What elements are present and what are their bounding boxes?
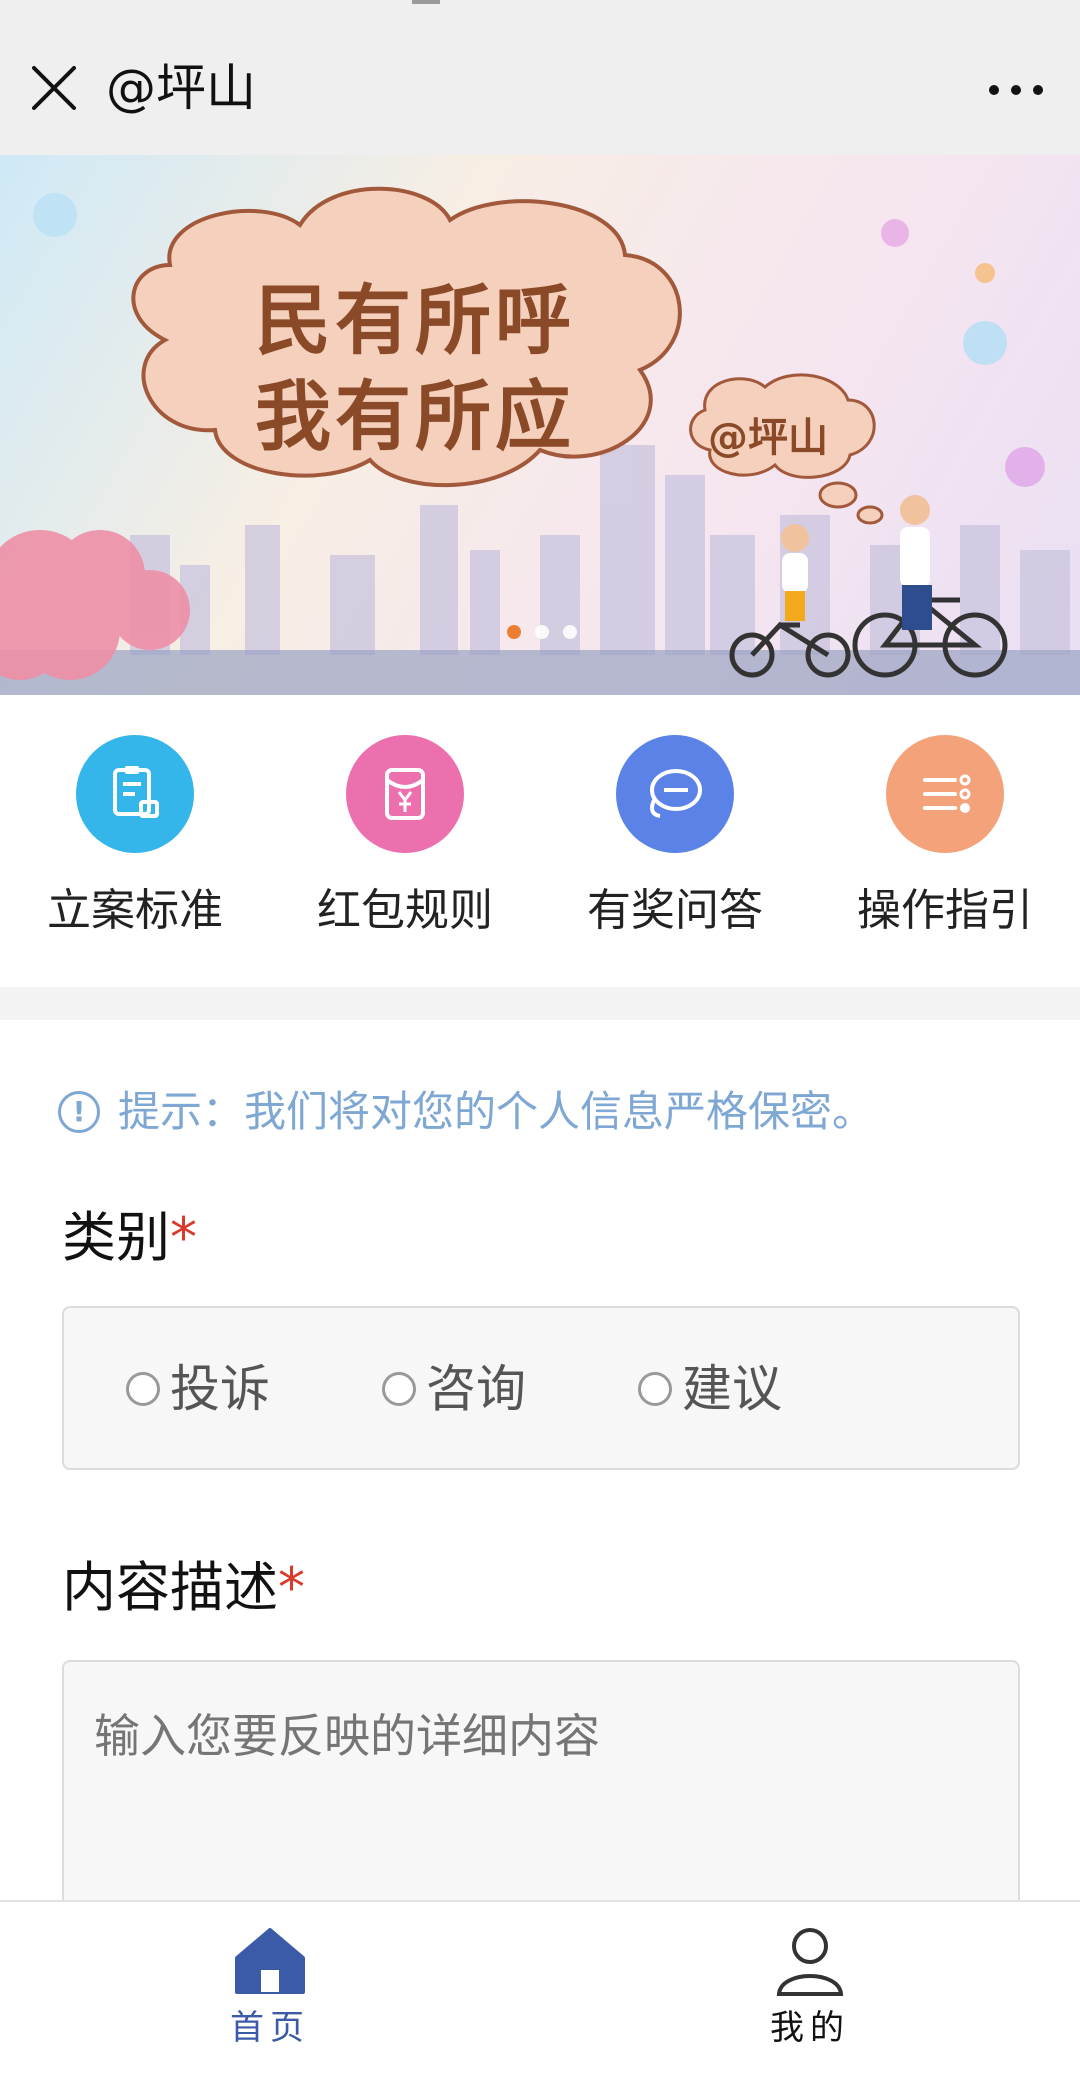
page-title: @坪山 bbox=[106, 59, 256, 117]
more-icon[interactable] bbox=[984, 66, 1048, 114]
category-label-text: 类别 bbox=[62, 1206, 170, 1269]
close-icon[interactable] bbox=[28, 62, 80, 114]
content-description-input[interactable] bbox=[62, 1660, 1020, 1920]
radio-consult[interactable]: 咨询 bbox=[382, 1358, 526, 1420]
quick-action-red-envelope-rules[interactable]: 红包规则 bbox=[270, 735, 540, 939]
info-icon: ! bbox=[58, 1091, 100, 1133]
banner-tag: @坪山 bbox=[708, 415, 828, 461]
quick-action-label: 有奖问答 bbox=[587, 885, 763, 936]
banner-line-2: 我有所应 bbox=[255, 372, 575, 461]
user-icon bbox=[776, 1928, 844, 1996]
banner-carousel[interactable]: 民有所呼 我有所应 @坪山 bbox=[0, 155, 1080, 695]
tab-home-label: 首页 bbox=[230, 2008, 310, 2048]
quick-action-operation-guide[interactable]: 操作指引 bbox=[810, 735, 1080, 939]
radio-label: 咨询 bbox=[426, 1360, 526, 1418]
carousel-dot[interactable] bbox=[563, 625, 577, 639]
report-form: ! 提示：我们将对您的个人信息严格保密。 类别* 投诉 咨询 建议 内容描述* bbox=[0, 1020, 1080, 1920]
quick-action-label: 操作指引 bbox=[857, 885, 1033, 936]
banner-slogan: 民有所呼 我有所应 bbox=[255, 273, 575, 465]
list-icon bbox=[886, 735, 1004, 853]
required-mark: * bbox=[278, 1556, 305, 1619]
tab-mine-label: 我的 bbox=[770, 2008, 850, 2048]
radio-label: 投诉 bbox=[170, 1360, 270, 1418]
chat-bubbles-icon bbox=[616, 735, 734, 853]
content-label: 内容描述* bbox=[62, 1555, 305, 1621]
quick-actions-grid: 立案标准 红包规则 有奖问答 操作指引 bbox=[0, 695, 1080, 987]
category-radio-group: 投诉 咨询 建议 bbox=[62, 1306, 1020, 1470]
quick-action-label: 红包规则 bbox=[317, 885, 493, 936]
radio-label: 建议 bbox=[682, 1360, 782, 1418]
tab-home[interactable]: 首页 bbox=[180, 1926, 360, 2050]
radio-circle[interactable] bbox=[638, 1372, 672, 1406]
required-mark: * bbox=[170, 1206, 197, 1269]
carousel-dot[interactable] bbox=[535, 625, 549, 639]
content-label-text: 内容描述 bbox=[62, 1556, 278, 1619]
home-icon bbox=[235, 1928, 305, 1994]
bottom-tab-bar: 首页 我的 bbox=[0, 1900, 1080, 2076]
quick-action-prize-qa[interactable]: 有奖问答 bbox=[540, 735, 810, 939]
radio-circle[interactable] bbox=[126, 1372, 160, 1406]
banner-line-1: 民有所呼 bbox=[255, 276, 575, 365]
privacy-tip-text: 提示：我们将对您的个人信息严格保密。 bbox=[118, 1087, 875, 1136]
tab-mine[interactable]: 我的 bbox=[720, 1926, 900, 2050]
radio-suggestion[interactable]: 建议 bbox=[638, 1358, 782, 1420]
top-nav-bar: @坪山 bbox=[0, 0, 1080, 155]
radio-complaint[interactable]: 投诉 bbox=[126, 1358, 270, 1420]
red-envelope-icon bbox=[346, 735, 464, 853]
carousel-dot-active[interactable] bbox=[507, 625, 521, 639]
quick-action-filing-standard[interactable]: 立案标准 bbox=[0, 735, 270, 939]
category-label: 类别* bbox=[62, 1205, 197, 1271]
status-indicator bbox=[412, 0, 440, 4]
quick-action-label: 立案标准 bbox=[47, 885, 223, 936]
radio-circle[interactable] bbox=[382, 1372, 416, 1406]
privacy-tip: ! 提示：我们将对您的个人信息严格保密。 bbox=[58, 1085, 874, 1139]
carousel-indicator[interactable] bbox=[507, 625, 577, 639]
clipboard-stamp-icon bbox=[76, 735, 194, 853]
